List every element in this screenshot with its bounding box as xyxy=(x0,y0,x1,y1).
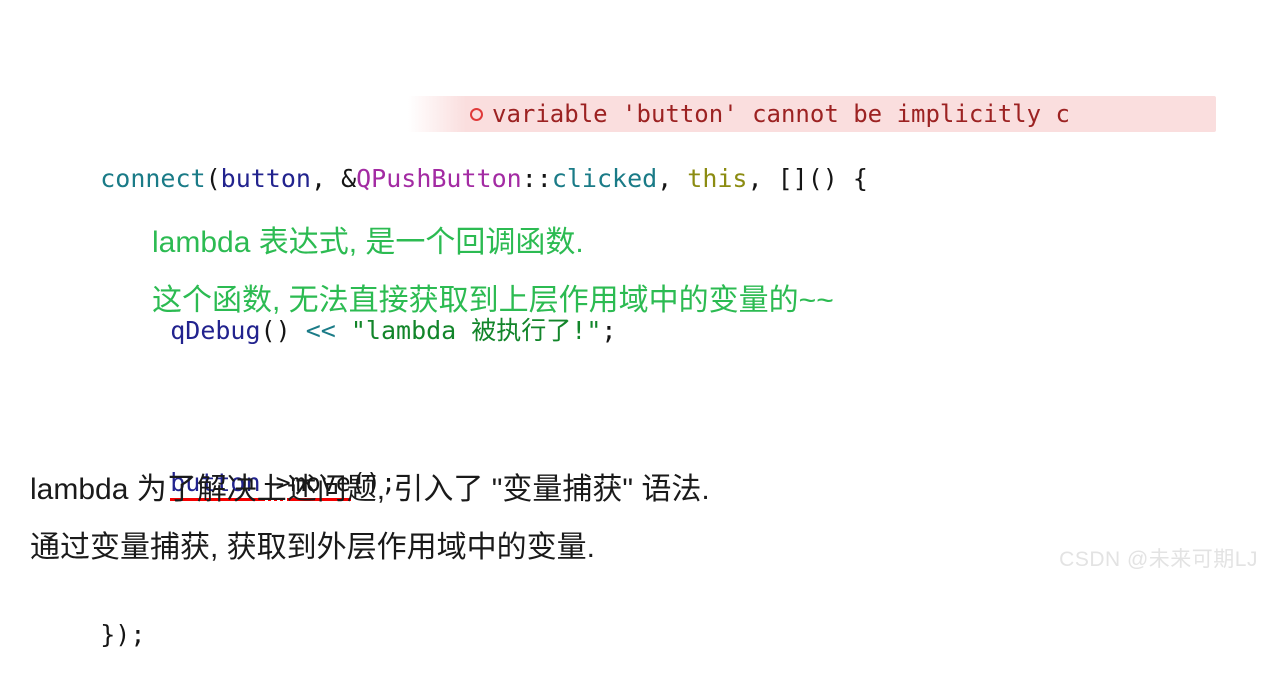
circle-outline-icon xyxy=(470,108,483,121)
code-token-scope-resolution: :: xyxy=(521,164,552,193)
code-line-4[interactable]: }); xyxy=(0,578,1270,649)
inline-diagnostic-content: variable 'button' cannot be implicitly c xyxy=(470,96,1070,132)
code-token-button-arg: button xyxy=(220,164,311,193)
green-annotation-line-2: 这个函数, 无法直接获取到上层作用域中的变量的~~ xyxy=(152,284,834,317)
green-annotation: lambda 表达式, 是一个回调函数. 这个函数, 无法直接获取到上层作用域中… xyxy=(152,214,834,330)
watermark: CSDN @未来可期LJ xyxy=(1059,548,1258,571)
code-token-qpushbutton: QPushButton xyxy=(356,164,522,193)
code-token-this: this xyxy=(687,164,748,193)
green-annotation-line-1: lambda 表达式, 是一个回调函数. xyxy=(152,226,584,259)
code-token-lambda-head: , []() { xyxy=(747,164,868,193)
code-line-3[interactable]: button->move(); xyxy=(0,426,1270,501)
code-token-clicked: clicked xyxy=(551,164,658,193)
inline-diagnostic-banner[interactable]: variable 'button' cannot be implicitly c xyxy=(408,96,1216,132)
code-token-comma-1: , xyxy=(310,164,342,193)
code-token-ampersand: & xyxy=(341,164,357,193)
code-token-comma-2: , xyxy=(657,164,688,193)
code-token-open-paren: ( xyxy=(205,164,221,193)
body-text: lambda 为了解决上述问题, 引入了 "变量捕获" 语法. 通过变量捕获, … xyxy=(30,461,710,577)
code-token-lambda-close: }); xyxy=(100,620,146,649)
body-text-line-1: lambda 为了解决上述问题, 引入了 "变量捕获" 语法. xyxy=(30,473,710,506)
body-text-line-2: 通过变量捕获, 获取到外层作用域中的变量. xyxy=(30,531,596,564)
inline-diagnostic-message: variable 'button' cannot be implicitly c xyxy=(492,100,1070,128)
code-token-connect: connect xyxy=(100,164,206,193)
